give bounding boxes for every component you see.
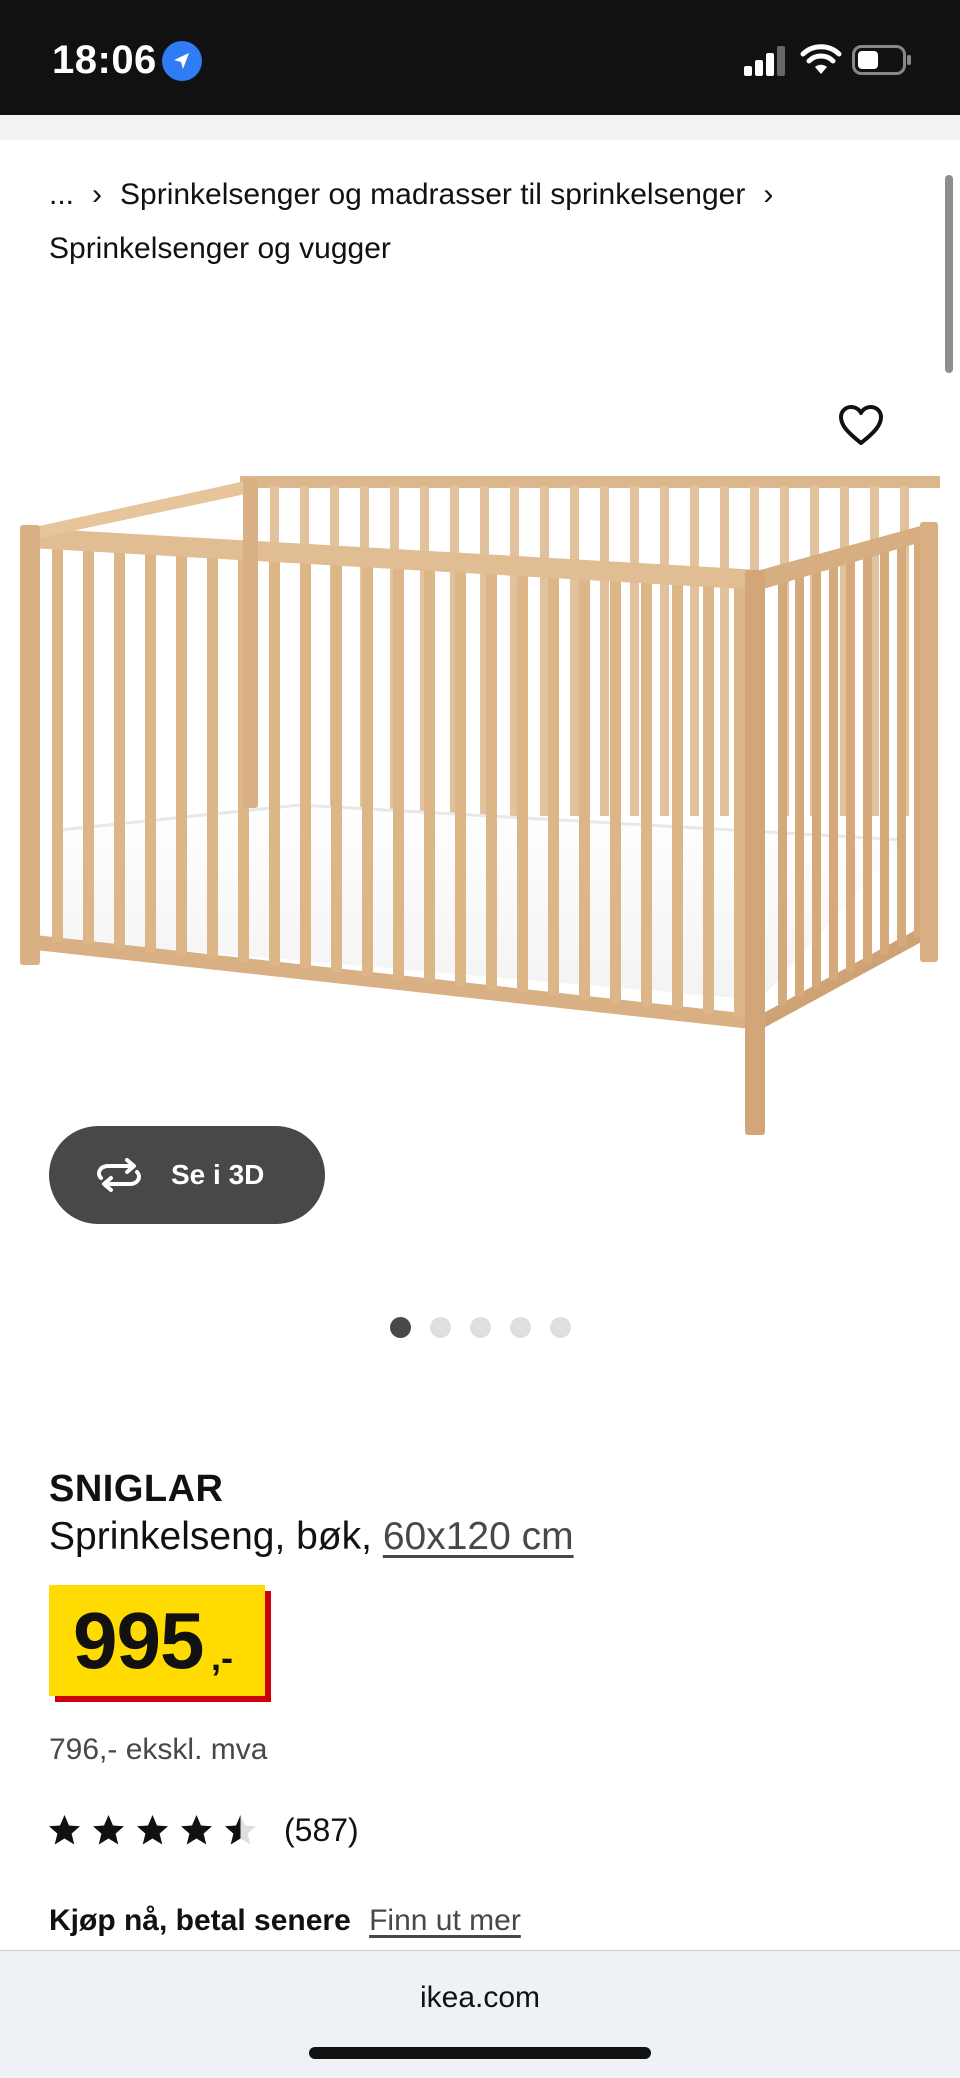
crib-front-slat bbox=[455, 559, 466, 987]
review-count: (587) bbox=[284, 1812, 359, 1848]
home-indicator[interactable] bbox=[309, 2047, 651, 2059]
crib-front-slat bbox=[269, 548, 280, 966]
crib-back-slat bbox=[630, 486, 639, 816]
carousel-dot[interactable] bbox=[550, 1317, 571, 1338]
crib-back-slat bbox=[720, 486, 729, 816]
location-arrow-icon bbox=[162, 41, 202, 81]
star-full-icon bbox=[49, 1815, 80, 1845]
crib-front-slat bbox=[176, 543, 187, 956]
product-image[interactable] bbox=[0, 440, 960, 1160]
carousel-dot[interactable] bbox=[390, 1317, 411, 1338]
price-suffix: ,- bbox=[211, 1637, 233, 1678]
financing-learn-more-link[interactable]: Finn ut mer bbox=[369, 1904, 521, 1937]
view-in-3d-label: Se i 3D bbox=[171, 1159, 265, 1190]
image-carousel-dots bbox=[390, 1317, 571, 1338]
crib-front-slat bbox=[300, 550, 311, 970]
product-description: Sprinkelseng, bøk, 60x120 cm bbox=[49, 1515, 574, 1559]
crib-front-slat bbox=[207, 545, 218, 959]
breadcrumb: ... › Sprinkelsenger og madrasser til spri… bbox=[49, 168, 909, 276]
browser-address-bar[interactable]: ikea.com bbox=[0, 1950, 960, 2078]
crib-front-slat bbox=[145, 541, 156, 953]
rating-stars bbox=[47, 1813, 258, 1848]
crib-front-slat bbox=[672, 572, 683, 1011]
size-link[interactable]: 60x120 cm bbox=[383, 1515, 574, 1558]
carousel-dot[interactable] bbox=[470, 1317, 491, 1338]
crib-back-slat bbox=[570, 486, 579, 816]
battery-icon bbox=[852, 45, 912, 75]
financing-info: Kjøp nå, betal senere Finn ut mer bbox=[49, 1904, 521, 1938]
crib-front-slat bbox=[393, 556, 404, 980]
breadcrumb-separator-icon: › bbox=[763, 178, 774, 211]
crib-front-slat bbox=[517, 563, 528, 994]
crib-side-slat bbox=[812, 566, 821, 989]
url-text: ikea.com bbox=[419, 1981, 541, 2014]
crib-front-slat bbox=[331, 552, 342, 973]
view-in-3d-button[interactable]: Se i 3D bbox=[49, 1126, 325, 1224]
product-type: Sprinkelseng, bøk, bbox=[49, 1515, 372, 1558]
cellular-signal-icon bbox=[744, 46, 786, 76]
financing-label: Kjøp nå, betal senere bbox=[49, 1904, 351, 1937]
wifi-icon bbox=[800, 44, 842, 76]
crib-side-slat bbox=[829, 562, 838, 981]
crib-side-slat bbox=[897, 544, 906, 947]
breadcrumb-separator-icon: › bbox=[92, 178, 103, 211]
crib-back-slat bbox=[690, 486, 699, 816]
status-bar: 18:06 bbox=[0, 0, 960, 115]
crib-side-slat bbox=[880, 548, 889, 955]
crib-side-slat bbox=[778, 575, 787, 1006]
crib-front-slat bbox=[52, 536, 63, 942]
crib-front-slat bbox=[610, 568, 621, 1004]
crib-front-slat bbox=[114, 539, 125, 949]
crib-front-slat bbox=[548, 565, 559, 997]
scrollbar-thumb[interactable] bbox=[945, 175, 953, 373]
star-half-icon bbox=[225, 1815, 256, 1845]
product-rating[interactable]: (587) bbox=[47, 1812, 359, 1849]
crib-front-slat bbox=[703, 574, 714, 1014]
crib-front-slat bbox=[424, 557, 435, 983]
rotate-3d-icon bbox=[97, 1158, 141, 1192]
crib-back-slat bbox=[600, 486, 609, 816]
crib-front-slat bbox=[641, 570, 652, 1007]
header-divider bbox=[0, 115, 960, 140]
price-value: 995 bbox=[73, 1596, 204, 1685]
product-name: SNIGLAR bbox=[49, 1468, 224, 1510]
crib-back-slat bbox=[540, 486, 549, 816]
carousel-dot[interactable] bbox=[430, 1317, 451, 1338]
status-time: 18:06 bbox=[52, 38, 157, 82]
crib-side-slat bbox=[863, 553, 872, 964]
breadcrumb-ellipsis[interactable]: ... bbox=[49, 178, 74, 211]
crib-side-slat bbox=[795, 570, 804, 998]
price-tag: 995 ,- bbox=[49, 1585, 265, 1696]
breadcrumb-item-cribs-cradles[interactable]: Sprinkelsenger og vugger bbox=[49, 232, 391, 265]
crib-front-slat bbox=[579, 566, 590, 1000]
star-full-icon bbox=[181, 1815, 212, 1845]
star-full-icon bbox=[93, 1815, 124, 1845]
crib-front-slat bbox=[734, 575, 745, 1017]
crib-front-slat bbox=[83, 538, 94, 946]
crib-side-slat bbox=[846, 557, 855, 972]
star-full-icon bbox=[137, 1815, 168, 1845]
crib-front-slat bbox=[362, 554, 373, 976]
price-excluding-vat: 796,- ekskl. mva bbox=[49, 1733, 268, 1766]
crib-back-slat bbox=[660, 486, 669, 816]
breadcrumb-item-cribs-mattresses[interactable]: Sprinkelsenger og madrasser til sprinkel… bbox=[120, 178, 745, 211]
carousel-dot[interactable] bbox=[510, 1317, 531, 1338]
crib-front-slat bbox=[486, 561, 497, 990]
